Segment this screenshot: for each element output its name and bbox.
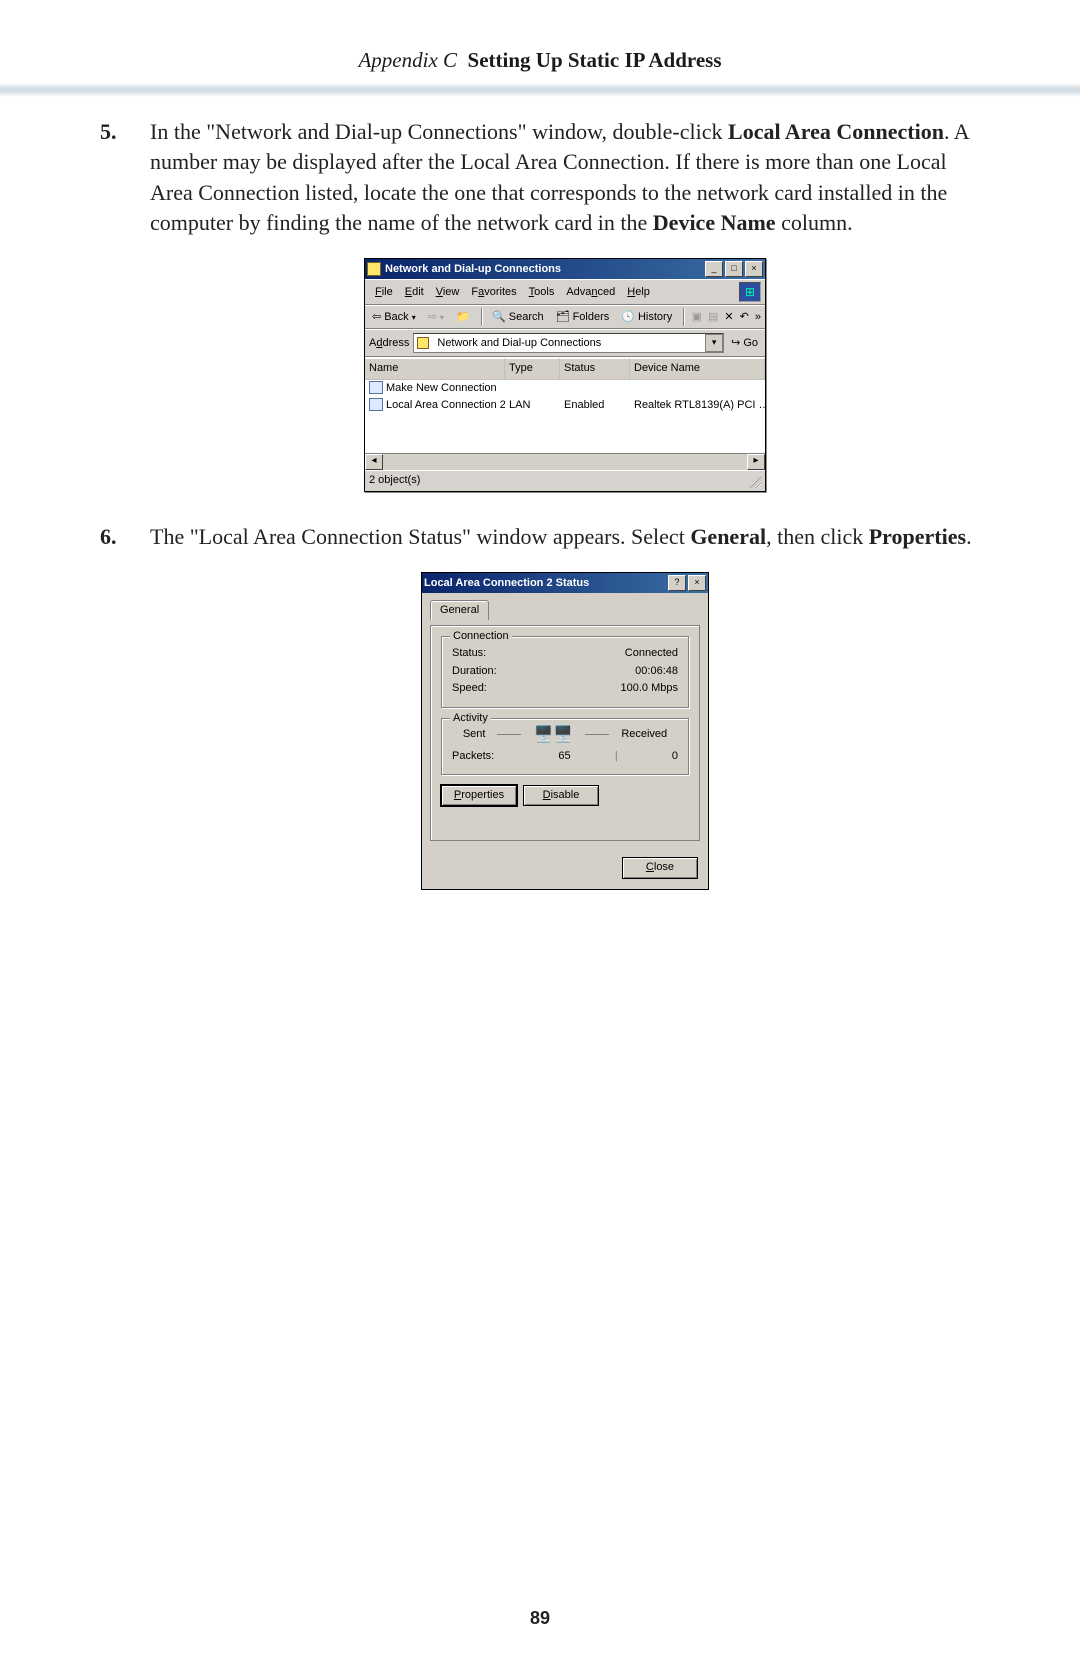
- packets-sent: 65: [558, 749, 570, 764]
- received-label: Received: [621, 727, 667, 742]
- folder-up-icon: 📁: [456, 310, 470, 325]
- col-name[interactable]: Name: [365, 358, 505, 378]
- window-title: Local Area Connection 2 Status: [424, 576, 666, 591]
- menu-help[interactable]: Help: [621, 284, 656, 301]
- windows-logo-icon: ⊞: [739, 282, 761, 302]
- maximize-button[interactable]: □: [725, 261, 743, 277]
- folder-icon: [417, 337, 429, 349]
- history-icon: 🕓: [621, 310, 635, 325]
- step-number: 5.: [100, 117, 117, 147]
- toolbar: ⇦ Back ▾ ⇨ ▾ 📁: [365, 305, 765, 329]
- menu-file[interactable]: File: [369, 284, 399, 301]
- go-button[interactable]: ↪ Go: [728, 336, 761, 351]
- list-item-local-area-connection[interactable]: Local Area Connection 2 LAN Enabled Real…: [365, 397, 765, 414]
- titlebar[interactable]: Network and Dial-up Connections _ □ ×: [365, 259, 765, 279]
- page-title: Appendix C Setting Up Static IP Address: [0, 0, 1080, 73]
- status-label: Status:: [452, 646, 486, 661]
- connection-group: Connection Status:Connected Duration:00:…: [441, 636, 689, 708]
- group-legend: Activity: [450, 711, 491, 726]
- folders-button[interactable]: 🗂 Folders: [553, 309, 613, 326]
- step-number: 6.: [100, 522, 117, 552]
- status-value: Connected: [625, 646, 678, 661]
- packets-received: 0: [672, 749, 678, 764]
- chevron-down-icon: ▾: [440, 312, 444, 323]
- scroll-left-button[interactable]: ◂: [365, 454, 383, 470]
- speed-label: Speed:: [452, 681, 487, 696]
- delete-icon[interactable]: ✕: [724, 310, 733, 325]
- menu-tools[interactable]: Tools: [523, 284, 561, 301]
- sent-label: Sent: [463, 727, 486, 742]
- network-icon: 🖥️🖥️: [533, 727, 573, 743]
- forward-button[interactable]: ⇨ ▾: [425, 309, 447, 326]
- search-icon: 🔍: [492, 310, 506, 325]
- speed-value: 100.0 Mbps: [621, 681, 678, 696]
- packets-label: Packets:: [452, 749, 494, 764]
- disable-button[interactable]: Disable: [523, 785, 599, 806]
- titlebar[interactable]: Local Area Connection 2 Status ? ×: [422, 573, 708, 593]
- search-button[interactable]: 🔍 Search: [489, 309, 547, 326]
- back-button[interactable]: ⇦ Back ▾: [369, 309, 419, 326]
- menubar: File Edit View Favorites Tools Advanced …: [365, 279, 765, 305]
- network-connections-window: Network and Dial-up Connections _ □ × Fi…: [364, 258, 766, 491]
- appendix-label: Appendix C: [358, 48, 457, 72]
- menu-view[interactable]: View: [430, 284, 466, 301]
- address-value: Network and Dial-up Connections: [437, 336, 601, 351]
- chevron-down-icon: ▾: [412, 312, 416, 323]
- toolbar-more[interactable]: »: [755, 310, 761, 325]
- tabset: General: [430, 599, 700, 619]
- menu-advanced[interactable]: Advanced: [560, 284, 621, 301]
- list-item-make-new[interactable]: Make New Connection: [365, 380, 765, 397]
- col-device[interactable]: Device Name: [630, 358, 765, 378]
- step-6: 6. The "Local Area Connection Status" wi…: [100, 522, 980, 890]
- wizard-icon: [369, 381, 383, 394]
- group-legend: Connection: [450, 629, 512, 644]
- scroll-right-button[interactable]: ▸: [747, 454, 765, 470]
- list-view[interactable]: Name Type Status Device Name Make New Co…: [365, 357, 765, 453]
- address-bar: Address Network and Dial-up Connections …: [365, 329, 765, 357]
- go-icon: ↪: [731, 336, 740, 351]
- address-field[interactable]: Network and Dial-up Connections ▾: [413, 333, 724, 353]
- col-type[interactable]: Type: [505, 358, 560, 378]
- column-headers[interactable]: Name Type Status Device Name: [365, 358, 765, 379]
- tabpanel: Connection Status: Connected Duration: 00:…: [430, 625, 700, 841]
- status-text: 2 object(s): [369, 473, 420, 488]
- horizontal-scrollbar[interactable]: ◂ ▸: [365, 453, 765, 470]
- appendix-title: Setting Up Static IP Address: [468, 48, 722, 72]
- col-status[interactable]: Status: [560, 358, 630, 378]
- window-title: Network and Dial-up Connections: [385, 262, 703, 277]
- arrow-left-icon: ⇦: [372, 310, 381, 325]
- tab-general[interactable]: General: [430, 600, 489, 620]
- help-button[interactable]: ?: [668, 575, 686, 591]
- properties-button[interactable]: Properties: [441, 785, 517, 806]
- copy-to-icon[interactable]: ▤: [708, 310, 718, 325]
- duration-label: Duration:: [452, 664, 497, 679]
- menu-edit[interactable]: Edit: [399, 284, 430, 301]
- close-button[interactable]: ×: [745, 261, 763, 277]
- step-5: 5. In the "Network and Dial-up Connectio…: [100, 117, 980, 492]
- window-icon: [367, 262, 381, 276]
- folders-icon: 🗂: [556, 310, 570, 325]
- status-bar: 2 object(s): [365, 470, 765, 490]
- activity-group: Activity Sent 🖥️🖥️ Received: [441, 718, 689, 775]
- close-button[interactable]: ×: [688, 575, 706, 591]
- page-number: 89: [0, 1608, 1080, 1629]
- arrow-right-icon: ⇨: [428, 310, 437, 325]
- connection-status-dialog: Local Area Connection 2 Status ? × Gener…: [421, 572, 709, 889]
- menu-favorites[interactable]: Favorites: [465, 284, 522, 301]
- address-dropdown[interactable]: ▾: [705, 334, 723, 352]
- minimize-button[interactable]: _: [705, 261, 723, 277]
- move-to-icon[interactable]: ▣: [692, 310, 702, 325]
- resize-grip-icon[interactable]: [747, 474, 761, 488]
- undo-icon[interactable]: ↶: [740, 310, 749, 325]
- history-button[interactable]: 🕓 History: [618, 309, 675, 326]
- network-icon: [369, 398, 383, 411]
- button-row: Properties Disable: [441, 785, 689, 806]
- address-label: Address: [369, 336, 409, 351]
- header-divider: [0, 83, 1080, 97]
- close-button[interactable]: Close: [622, 857, 698, 878]
- duration-value: 00:06:48: [635, 664, 678, 679]
- up-button[interactable]: 📁: [453, 309, 473, 326]
